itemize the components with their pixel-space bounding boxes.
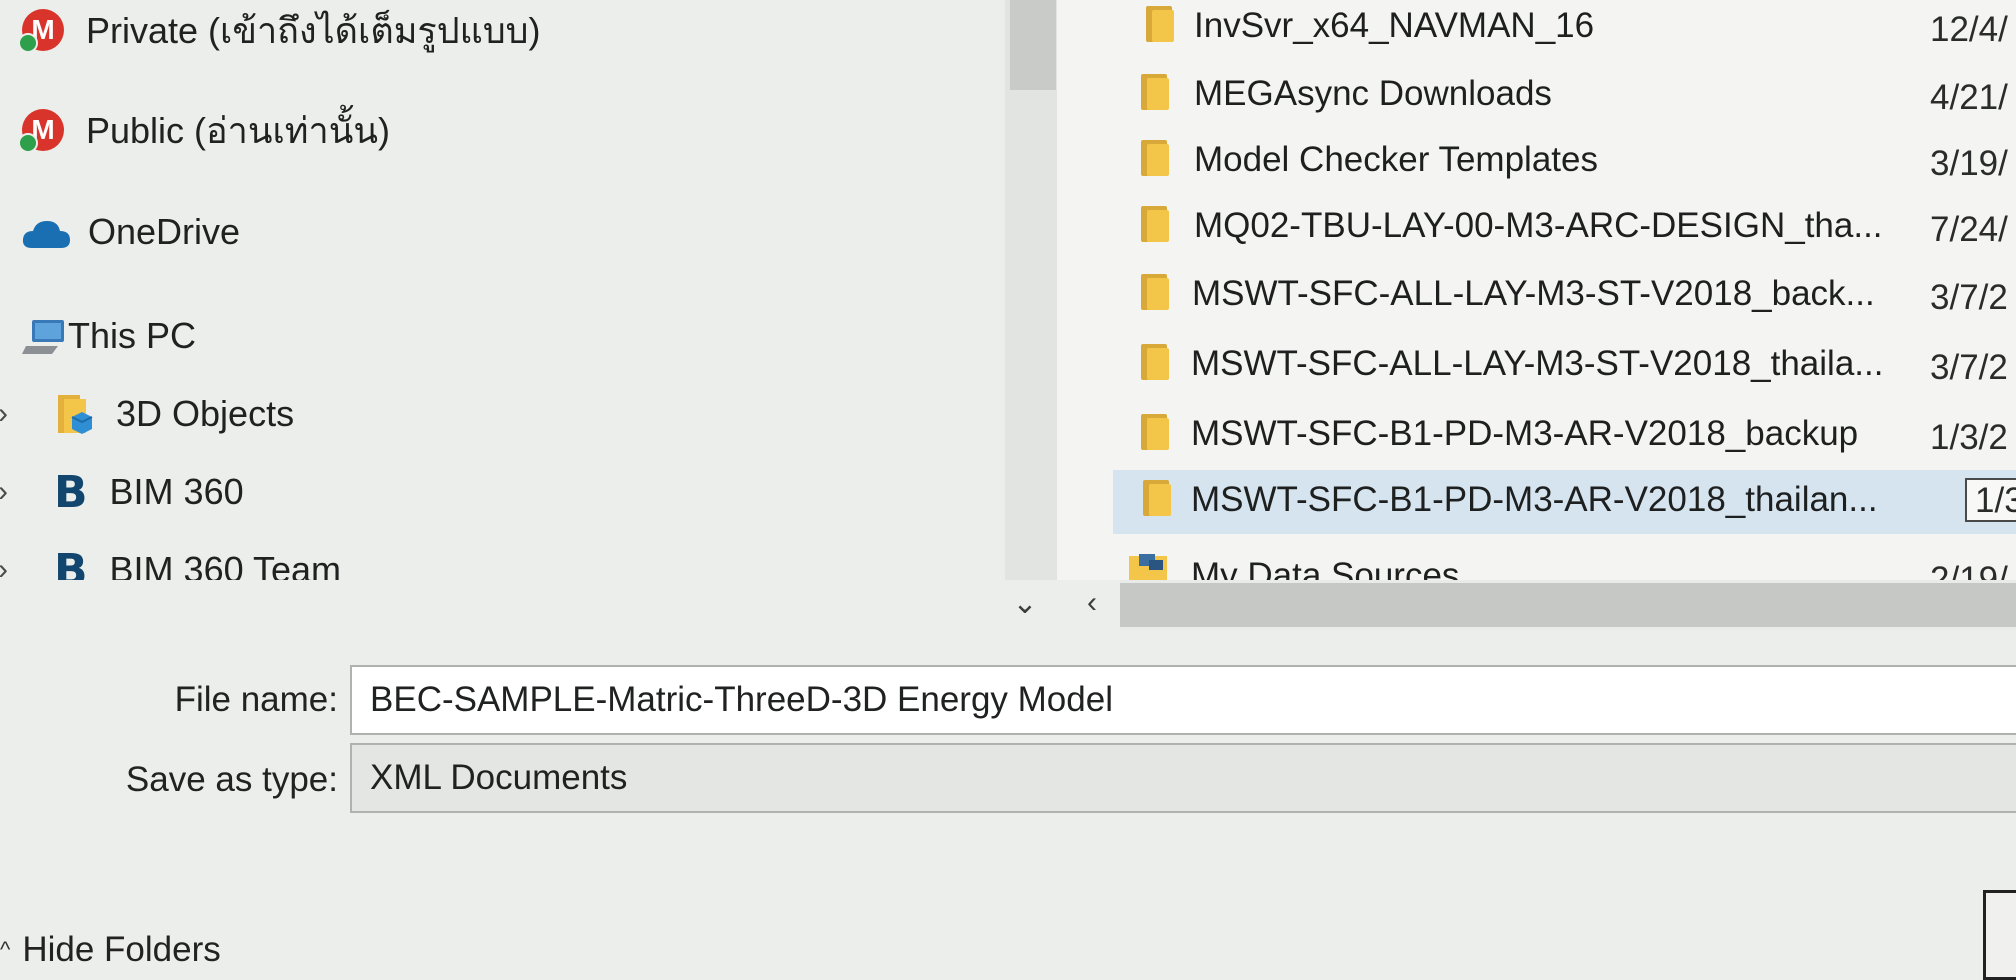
file-name: MQ02-TBU-LAY-00-M3-ARC-DESIGN_tha... [1194,206,1883,245]
scroll-left-button[interactable]: ‹ [1072,580,1112,626]
3d-objects-folder-icon [54,393,94,435]
nav-item-bim-360[interactable]: › B BIM 360 [0,462,244,522]
data-sources-folder-icon [1127,548,1171,580]
file-name: MEGAsync Downloads [1194,74,1552,113]
file-date: 4/21/ [1930,78,2008,117]
file-date[interactable]: 1/31/ [1965,478,2016,522]
chevron-right-icon[interactable]: › [0,397,8,431]
list-item[interactable]: MEGAsync Downloads 4/21/ [1057,64,2016,128]
horizontal-scrollbar[interactable] [1120,583,2016,627]
nav-scrollbar-thumb[interactable] [1010,0,1056,90]
folder-icon [1141,206,1171,242]
list-item[interactable]: MQ02-TBU-LAY-00-M3-ARC-DESIGN_tha... 7/2… [1057,196,2016,260]
file-name: Model Checker Templates [1194,140,1598,179]
save-button[interactable] [1983,890,2016,980]
file-date: 3/7/2 [1930,348,2008,387]
list-item[interactable]: InvSvr_x64_NAVMAN_16 12/4/ [1057,0,2016,60]
bim-icon: B [54,466,88,518]
chevron-right-icon[interactable]: › [0,475,8,509]
file-name: InvSvr_x64_NAVMAN_16 [1194,6,1595,45]
nav-item-this-pc[interactable]: This PC [22,306,196,366]
mega-icon: M [18,9,64,53]
nav-item-label: Public (อ่านเท่านั้น) [86,109,390,151]
scroll-down-button[interactable]: ⌄ [1005,580,1045,626]
savetype-label: Save as type: [125,760,338,799]
list-item-selected[interactable]: MSWT-SFC-B1-PD-M3-AR-V2018_thailan... 1/… [1113,470,2016,534]
file-date: 12/4/ [1930,10,2008,49]
folder-icon [1141,140,1171,176]
folder-icon [1141,344,1171,380]
file-name: MSWT-SFC-ALL-LAY-M3-ST-V2018_back... [1192,274,1875,313]
file-date: 2/19/ [1930,560,2008,580]
hide-folders-label: Hide Folders [22,930,221,969]
folder-icon [1141,414,1171,450]
file-name: My Data Sources [1191,556,1460,580]
nav-item-3d-objects[interactable]: › 3D Objects [0,384,294,444]
list-item[interactable]: Model Checker Templates 3/19/ [1057,130,2016,194]
savetype-select[interactable]: XML Documents [350,743,2016,813]
file-date: 7/24/ [1930,210,2008,249]
nav-item-mega-public[interactable]: M Public (อ่านเท่านั้น) [18,100,390,160]
file-name: MSWT-SFC-ALL-LAY-M3-ST-V2018_thaila... [1191,344,1884,383]
file-name: MSWT-SFC-B1-PD-M3-AR-V2018_thailan... [1191,480,1878,519]
mega-icon: M [18,109,64,153]
hide-folders-button[interactable]: ^ Hide Folders [0,925,221,975]
scroll-row: ⌄ ‹ [0,580,1120,630]
nav-item-label: Private (เข้าถึงได้เต็มรูปแบบ) [86,9,541,51]
list-item[interactable]: My Data Sources 2/19/ [1057,546,2016,580]
file-date: 3/19/ [1930,144,2008,183]
folder-icon [1146,6,1176,42]
filename-label: File name: [174,680,338,719]
cloud-icon [20,216,70,248]
nav-item-onedrive[interactable]: OneDrive [20,202,240,262]
computer-icon [22,316,68,356]
list-item[interactable]: MSWT-SFC-ALL-LAY-M3-ST-V2018_back... 3/7… [1057,264,2016,328]
nav-item-label: This PC [68,315,197,356]
folder-icon [1141,274,1171,310]
nav-scrollbar[interactable] [1005,0,1057,630]
file-date: 1/3/2 [1930,418,2008,457]
navigation-pane: M Private (เข้าถึงได้เต็มรูปแบบ) M Publi… [0,0,1005,630]
nav-item-label: BIM 360 [109,471,244,512]
file-name: MSWT-SFC-B1-PD-M3-AR-V2018_backup [1191,414,1859,453]
nav-item-label: OneDrive [88,211,241,252]
nav-item-label: 3D Objects [116,393,295,434]
list-item[interactable]: MSWT-SFC-ALL-LAY-M3-ST-V2018_thaila... 3… [1057,334,2016,398]
chevron-up-icon: ^ [0,937,11,962]
file-list: InvSvr_x64_NAVMAN_16 12/4/ MEGAsync Down… [1057,0,2016,580]
folder-icon [1143,480,1173,516]
folder-icon [1141,74,1171,110]
list-item[interactable]: MSWT-SFC-B1-PD-M3-AR-V2018_backup 1/3/2 [1057,404,2016,468]
nav-item-mega-private[interactable]: M Private (เข้าถึงได้เต็มรูปแบบ) [18,0,541,60]
filename-input[interactable]: BEC-SAMPLE-Matric-ThreeD-3D Energy Model [350,665,2016,735]
file-date: 3/7/2 [1930,278,2008,317]
